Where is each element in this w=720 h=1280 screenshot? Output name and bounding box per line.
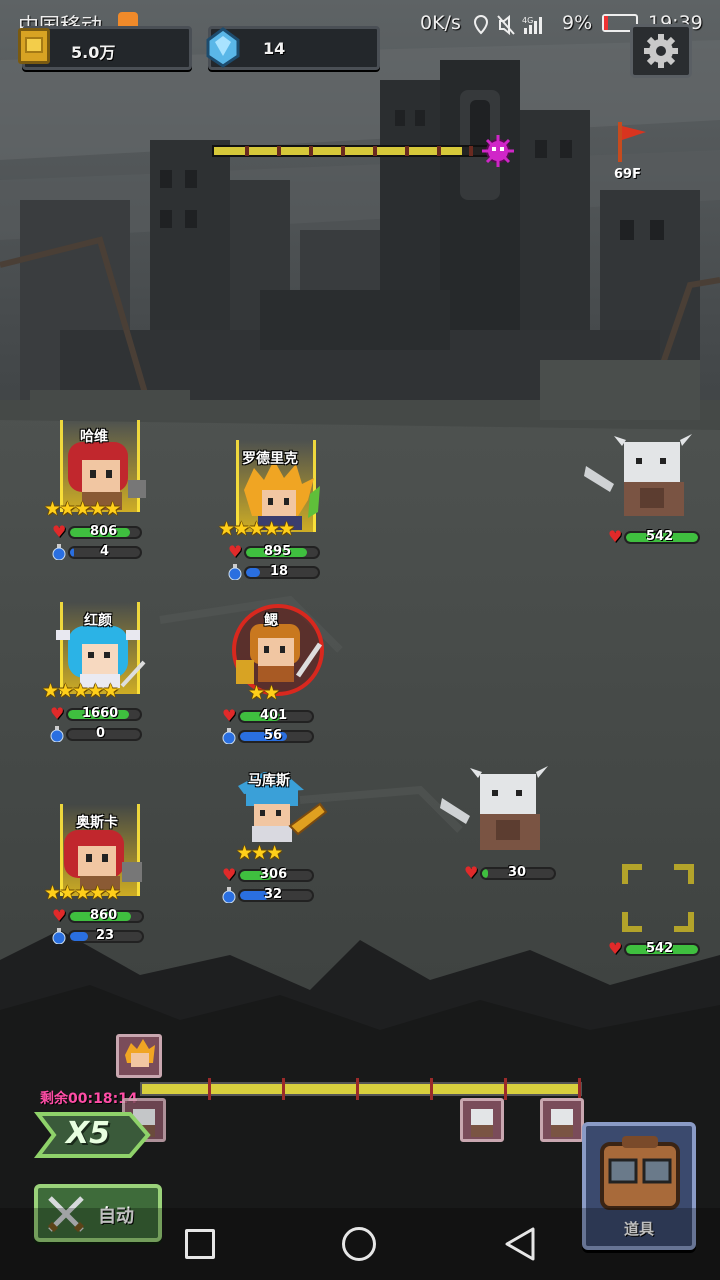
battery-percent: 9%	[562, 12, 593, 34]
mp-potion-icon	[228, 564, 242, 580]
hero-name: 罗德里克	[242, 451, 298, 467]
hp-heart-icon: ♥	[464, 863, 479, 882]
hero-stars: ★★★★★	[44, 498, 121, 520]
hero-sprite-sai	[232, 604, 324, 696]
mp-potion-icon	[222, 887, 236, 903]
hp-value: 542	[646, 529, 674, 544]
speed-label: X5	[66, 1116, 111, 1151]
signal-icon: 4G	[522, 16, 542, 34]
hero-name: 鳃	[264, 613, 278, 629]
floor-label: 69F	[614, 167, 641, 182]
boss-marker-icon	[482, 135, 514, 167]
target-reticle-icon	[622, 864, 694, 932]
gold-amount: 5.0万	[71, 43, 116, 62]
enemy-turn-marker	[460, 1098, 504, 1142]
hp-value: 306	[260, 867, 288, 882]
timeline-ticks	[208, 1078, 581, 1100]
mp-value: 56	[264, 728, 283, 743]
net-speed: 0K/s	[420, 12, 461, 34]
location-icon	[473, 14, 489, 35]
viking-portrait-icon	[471, 1109, 493, 1137]
viking-portrait-icon	[551, 1109, 573, 1137]
back-button[interactable]	[503, 1226, 537, 1262]
hp-heart-icon: ♥	[228, 542, 243, 561]
home-button[interactable]	[342, 1227, 376, 1261]
hero-name: 马库斯	[248, 773, 290, 789]
backpack-icon	[600, 1136, 680, 1210]
hero-stars: ★★	[248, 682, 280, 704]
mp-potion-icon	[52, 544, 66, 560]
hp-value: 806	[90, 524, 118, 539]
hero-stars: ★★★★★	[42, 680, 119, 702]
hp-heart-icon: ♥	[608, 527, 623, 546]
battle-scene: 中国移动 0K/s 4G 9% 19:39 5.0万 14	[0, 0, 720, 1280]
mp-value: 0	[96, 726, 106, 741]
floor-flag-icon	[618, 122, 646, 162]
mp-potion-icon	[222, 728, 236, 744]
mute-icon	[497, 14, 515, 36]
enemy-sprite	[440, 766, 548, 850]
settings-button[interactable]	[630, 24, 692, 78]
speed-button[interactable]: X5	[34, 1108, 152, 1162]
hero-stars: ★★★★★	[218, 518, 295, 540]
svg-text:4G: 4G	[522, 16, 533, 25]
gem-amount: 14	[263, 39, 286, 58]
stage-progress-ticks	[245, 146, 473, 156]
mp-value: 32	[264, 887, 283, 902]
hero-portrait-roderick	[125, 1039, 155, 1067]
current-turn-portrait	[116, 1034, 162, 1078]
hp-heart-icon: ♥	[52, 906, 67, 925]
hp-value: 542	[646, 941, 674, 956]
hero-stars: ★★★	[236, 842, 283, 864]
gem-icon	[206, 27, 240, 68]
hero-stars: ★★★★★	[44, 882, 121, 904]
enemy-sprite	[584, 434, 692, 516]
gold-bars-icon	[18, 28, 50, 64]
recent-apps-button[interactable]	[185, 1229, 215, 1259]
hp-value: 30	[508, 865, 527, 880]
hero-name: 红颜	[84, 613, 112, 629]
hp-value: 401	[260, 708, 288, 723]
mp-value: 18	[270, 564, 289, 579]
gear-icon	[644, 34, 678, 68]
hero-name: 奥斯卡	[76, 815, 118, 831]
mp-potion-icon	[50, 726, 64, 742]
hp-heart-icon: ♥	[222, 706, 237, 725]
hp-heart-icon: ♥	[50, 704, 65, 723]
mp-potion-icon	[52, 928, 66, 944]
hero-name: 哈维	[80, 429, 108, 445]
hp-heart-icon: ♥	[52, 522, 67, 541]
hp-value: 860	[90, 908, 118, 923]
hp-value: 1660	[82, 706, 119, 721]
enemy-turn-marker	[540, 1098, 584, 1142]
mp-value: 23	[96, 928, 115, 943]
mp-value: 4	[100, 544, 110, 559]
hp-value: 895	[264, 544, 292, 559]
hp-heart-icon: ♥	[608, 939, 623, 958]
hp-heart-icon: ♥	[222, 865, 237, 884]
